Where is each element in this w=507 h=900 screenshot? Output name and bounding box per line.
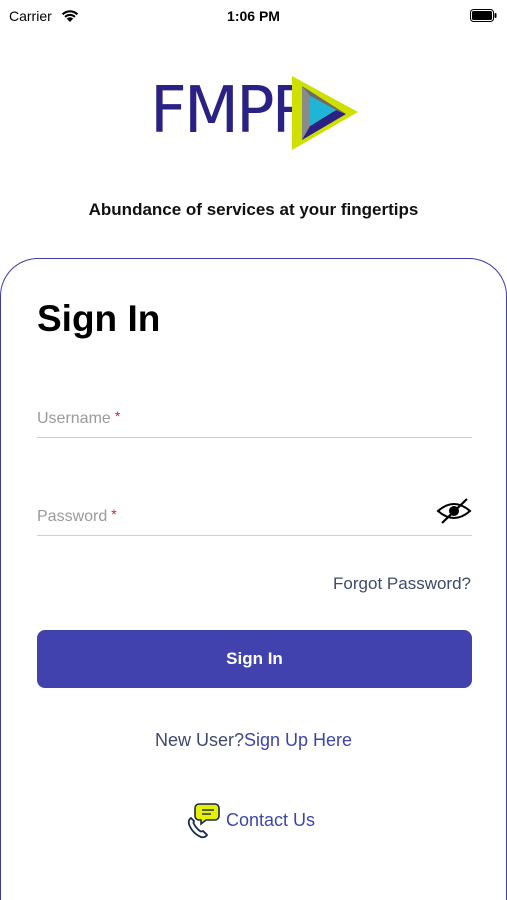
- new-user-prompt: New User?: [154, 730, 244, 750]
- sign-in-screen: Carrier 1:06 PM FMPR Abundance of servic…: [0, 0, 507, 900]
- tagline: Abundance of services at your fingertips: [88, 200, 419, 219]
- eye-slash-icon[interactable]: [436, 496, 472, 526]
- contact-us-label: Contact Us: [226, 809, 316, 830]
- battery-icon: [470, 9, 497, 22]
- username-field[interactable]: Username *: [37, 398, 472, 438]
- status-time: 1:06 PM: [227, 8, 280, 24]
- new-user-row: New User?Sign Up Here: [0, 730, 507, 751]
- username-input[interactable]: [37, 398, 472, 436]
- play-triangle-logo-icon: [292, 76, 358, 150]
- contact-us-button[interactable]: Contact Us: [186, 800, 315, 840]
- forgot-password-link[interactable]: Forgot Password?: [333, 574, 471, 594]
- sign-in-button[interactable]: Sign In: [37, 630, 472, 688]
- password-field[interactable]: Password *: [37, 496, 472, 536]
- fmpr-logo: FMPR: [150, 74, 360, 154]
- status-bar: Carrier 1:06 PM: [0, 0, 507, 34]
- page-title: Sign In: [37, 298, 161, 339]
- logo-text: FMPR: [150, 74, 316, 148]
- password-input[interactable]: [37, 496, 472, 534]
- sign-up-link[interactable]: Sign Up Here: [244, 730, 352, 750]
- phone-chat-icon: [187, 803, 220, 839]
